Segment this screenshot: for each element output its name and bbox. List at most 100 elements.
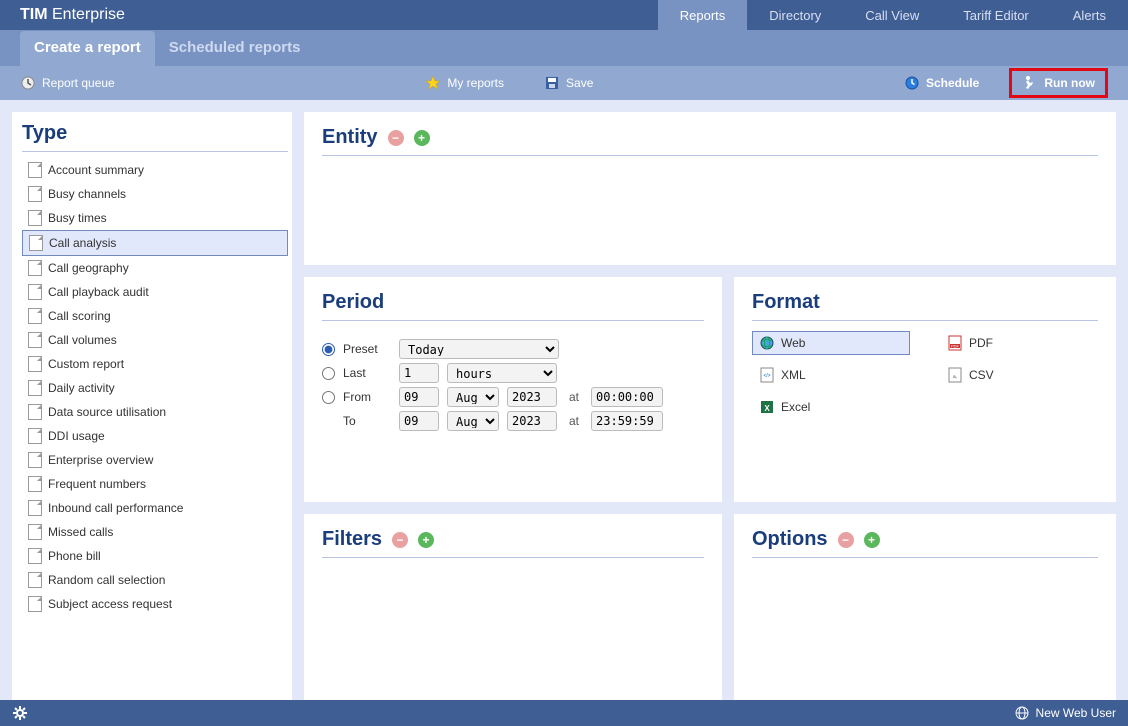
format-item-csv[interactable]: a,CSV (940, 363, 1098, 387)
footer-user[interactable]: New Web User (1014, 705, 1116, 721)
app-logo: TIM Enterprise (0, 6, 145, 24)
period-preset-select[interactable]: Today (399, 339, 559, 359)
period-last-unit-select[interactable]: hours (447, 363, 557, 383)
period-last-n-input[interactable] (399, 363, 439, 383)
tab-directory[interactable]: Directory (747, 0, 843, 30)
type-item[interactable]: Subject access request (22, 592, 288, 616)
period-to-at: at (569, 414, 579, 428)
type-title: Type (22, 122, 288, 152)
remove-entity-icon[interactable]: − (388, 130, 404, 146)
tab-reports[interactable]: Reports (658, 0, 748, 30)
save-button[interactable]: Save (544, 75, 593, 91)
type-item[interactable]: Busy times (22, 206, 288, 230)
type-item[interactable]: Call analysis (22, 230, 288, 256)
type-item[interactable]: Random call selection (22, 568, 288, 592)
document-icon (28, 548, 42, 564)
type-item[interactable]: Inbound call performance (22, 496, 288, 520)
tab-alerts[interactable]: Alerts (1051, 0, 1128, 30)
type-item-label: Random call selection (48, 573, 165, 587)
add-filter-icon[interactable]: + (418, 532, 434, 548)
period-to-day-input[interactable] (399, 411, 439, 431)
period-from-time-input[interactable] (591, 387, 663, 407)
type-item-label: Missed calls (48, 525, 113, 539)
my-reports-button[interactable]: My reports (425, 75, 504, 91)
period-from-label: From (343, 390, 391, 404)
type-item[interactable]: Enterprise overview (22, 448, 288, 472)
report-queue-button[interactable]: Report queue (20, 75, 115, 91)
footer: New Web User (0, 700, 1128, 726)
run-icon (1022, 75, 1038, 91)
main-area: Type Account summary Busy channels Busy ti… (0, 100, 1128, 700)
type-item[interactable]: Call geography (22, 256, 288, 280)
type-item[interactable]: DDI usage (22, 424, 288, 448)
format-item-xml[interactable]: </>XML (752, 363, 910, 387)
type-item-label: Account summary (48, 163, 144, 177)
format-item-pdf[interactable]: PDFPDF (940, 331, 1098, 355)
period-to-year-input[interactable] (507, 411, 557, 431)
remove-filter-icon[interactable]: − (392, 532, 408, 548)
period-preset-row: Preset Today (322, 339, 704, 359)
svg-text:X: X (764, 404, 770, 413)
period-to-label: To (343, 414, 391, 428)
type-item[interactable]: Missed calls (22, 520, 288, 544)
type-item[interactable]: Phone bill (22, 544, 288, 568)
period-last-row: Last hours (322, 363, 704, 383)
period-mode-range-radio[interactable] (322, 391, 335, 404)
period-from-day-input[interactable] (399, 387, 439, 407)
filters-title-row: Filters − + (322, 528, 704, 558)
tab-tariff-editor[interactable]: Tariff Editor (941, 0, 1051, 30)
type-item[interactable]: Call playback audit (22, 280, 288, 304)
top-nav-tabs: Reports Directory Call View Tariff Edito… (658, 0, 1128, 30)
app-logo-light: Enterprise (48, 6, 125, 23)
type-item[interactable]: Daily activity (22, 376, 288, 400)
filters-title: Filters (322, 528, 382, 551)
type-item-label: Busy times (48, 211, 107, 225)
format-item-web[interactable]: Web (752, 331, 910, 355)
document-icon (28, 308, 42, 324)
type-item-label: Data source utilisation (48, 405, 166, 419)
format-grid: Web PDFPDF </>XML a,CSV X Excel (752, 331, 1098, 419)
type-item[interactable]: Account summary (22, 158, 288, 182)
subtab-scheduled-reports[interactable]: Scheduled reports (155, 31, 315, 66)
period-from-row: From Aug at (322, 387, 704, 407)
my-reports-label: My reports (447, 76, 504, 90)
document-icon (28, 524, 42, 540)
type-item[interactable]: Busy channels (22, 182, 288, 206)
tab-call-view[interactable]: Call View (843, 0, 941, 30)
xml-icon: </> (759, 367, 775, 383)
csv-icon: a, (947, 367, 963, 383)
period-from-year-input[interactable] (507, 387, 557, 407)
remove-option-icon[interactable]: − (838, 532, 854, 548)
type-list-scroll[interactable]: Account summary Busy channels Busy times Ca… (22, 158, 288, 690)
svg-text:</>: </> (763, 373, 770, 379)
type-item[interactable]: Data source utilisation (22, 400, 288, 424)
gear-icon[interactable] (12, 705, 28, 721)
schedule-icon (904, 75, 920, 91)
period-last-label: Last (343, 366, 391, 380)
document-icon (28, 476, 42, 492)
type-item[interactable]: Custom report (22, 352, 288, 376)
period-to-time-input[interactable] (591, 411, 663, 431)
subtab-create-report[interactable]: Create a report (20, 31, 155, 66)
period-mode-preset-radio[interactable] (322, 343, 335, 356)
type-item-label: Custom report (48, 357, 124, 371)
type-item[interactable]: Call volumes (22, 328, 288, 352)
document-icon (28, 500, 42, 516)
run-now-button[interactable]: Run now (1009, 68, 1108, 98)
format-item-label: Excel (781, 400, 810, 414)
period-from-month-select[interactable]: Aug (447, 387, 499, 407)
period-title: Period (322, 291, 704, 321)
period-mode-last-radio[interactable] (322, 367, 335, 380)
type-item-label: Daily activity (48, 381, 115, 395)
add-entity-icon[interactable]: + (414, 130, 430, 146)
type-item[interactable]: Call scoring (22, 304, 288, 328)
format-item-excel[interactable]: X Excel (752, 395, 910, 419)
schedule-button[interactable]: Schedule (904, 75, 979, 91)
footer-user-label: New Web User (1036, 706, 1116, 720)
add-option-icon[interactable]: + (864, 532, 880, 548)
run-now-label: Run now (1044, 76, 1095, 90)
type-item-label: Enterprise overview (48, 453, 153, 467)
period-to-month-select[interactable]: Aug (447, 411, 499, 431)
svg-text:a,: a, (953, 374, 957, 379)
type-item[interactable]: Frequent numbers (22, 472, 288, 496)
